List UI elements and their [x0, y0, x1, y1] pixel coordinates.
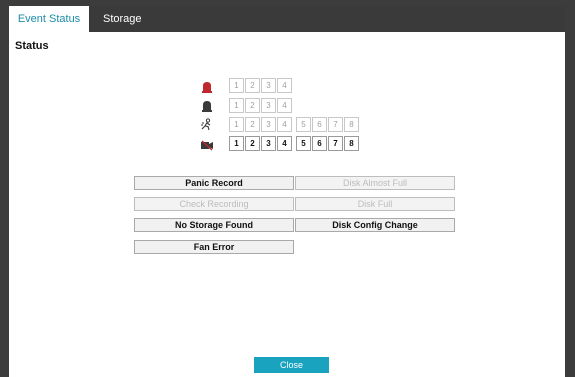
section-title: Status: [15, 40, 49, 52]
channel-box: 2: [245, 136, 260, 151]
disk-full-status: Disk Full: [295, 197, 455, 211]
channel-box: 2: [245, 98, 260, 113]
video-loss-icon: [201, 140, 213, 151]
channel-box: 6: [312, 117, 327, 132]
channel-box: 4: [277, 98, 292, 113]
disk-config-change-status: Disk Config Change: [295, 218, 455, 232]
alarm-icon: [202, 82, 212, 93]
channel-box: 1: [229, 136, 244, 151]
channel-box: 3: [261, 117, 276, 132]
channel-box: 5: [296, 136, 311, 151]
tab-bar: Event Status Storage: [9, 6, 565, 32]
channel-box: 2: [245, 78, 260, 93]
channel-box: 3: [261, 136, 276, 151]
channel-box: 5: [296, 117, 311, 132]
channel-box: 2: [245, 117, 260, 132]
channel-box: 3: [261, 78, 276, 93]
channel-box: 1: [229, 98, 244, 113]
channel-box: 1: [229, 117, 244, 132]
channel-box: 7: [328, 117, 343, 132]
disk-almost-full-status: Disk Almost Full: [295, 176, 455, 190]
motion-icon: [201, 118, 211, 131]
close-button[interactable]: Close: [254, 357, 329, 373]
channel-box: 7: [328, 136, 343, 151]
channel-box: 4: [277, 136, 292, 151]
channel-box: 1: [229, 78, 244, 93]
alarm-out-icon: [202, 101, 212, 112]
fan-error-status: Fan Error: [134, 240, 294, 254]
no-storage-found-status: No Storage Found: [134, 218, 294, 232]
channel-box: 8: [344, 117, 359, 132]
channel-box: 8: [344, 136, 359, 151]
channel-box: 3: [261, 98, 276, 113]
check-recording-status: Check Recording: [134, 197, 294, 211]
panic-record-status: Panic Record: [134, 176, 294, 190]
channel-box: 4: [277, 78, 292, 93]
event-status-dialog: Event Status Storage Status 1 2 3 4 1 2 …: [9, 6, 565, 377]
channel-box: 6: [312, 136, 327, 151]
tab-storage[interactable]: Storage: [103, 6, 153, 32]
channel-box: 4: [277, 117, 292, 132]
tab-event-status[interactable]: Event Status: [9, 6, 89, 32]
